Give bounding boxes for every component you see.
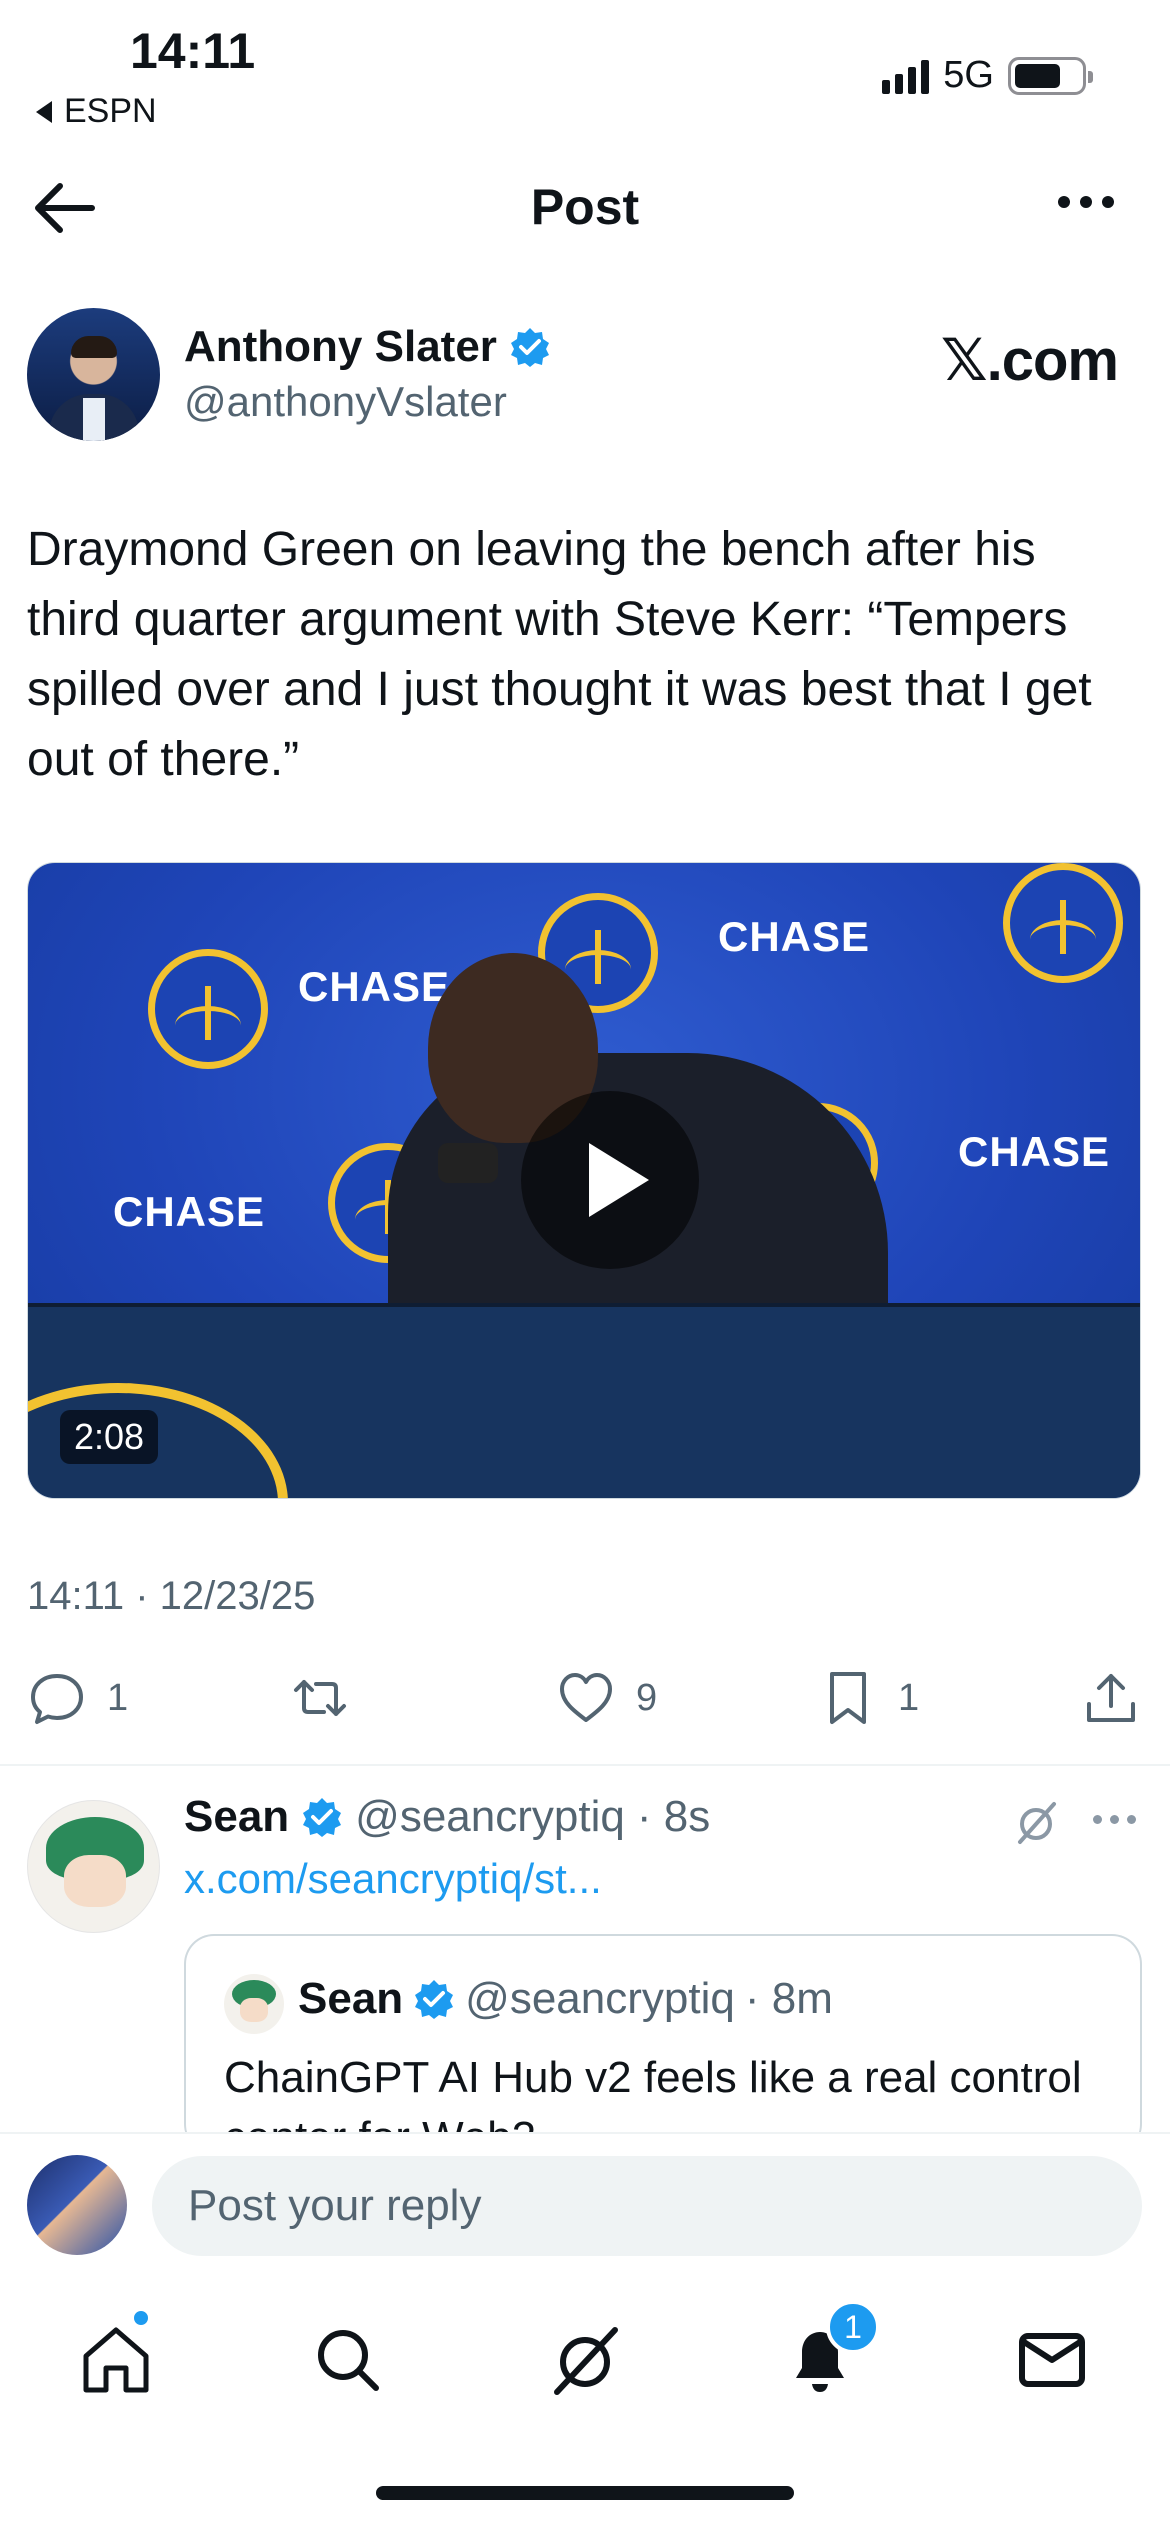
home-icon bbox=[83, 2327, 149, 2393]
back-app-label: ESPN bbox=[64, 92, 157, 130]
back-button[interactable] bbox=[30, 178, 100, 238]
quoted-age: · 8m bbox=[744, 1974, 833, 2023]
like-count: 9 bbox=[636, 1676, 658, 1719]
reply-avatar[interactable] bbox=[27, 1800, 160, 1933]
tab-grok[interactable] bbox=[545, 2320, 625, 2400]
author-name[interactable]: Anthony Slater bbox=[184, 322, 497, 372]
quoted-post[interactable]: Sean @seancryptiq · 8m ChainGPT AI Hub v… bbox=[184, 1934, 1142, 2154]
home-indicator[interactable] bbox=[376, 2486, 794, 2500]
warriors-logo bbox=[1003, 863, 1123, 983]
battery-icon bbox=[1008, 56, 1093, 95]
quoted-avatar bbox=[224, 1974, 284, 2034]
page-title: Post bbox=[530, 179, 640, 235]
source-badge[interactable]: 𝕏.com bbox=[941, 326, 1119, 394]
reply-input[interactable]: Post your reply bbox=[152, 2156, 1142, 2256]
grok-icon[interactable] bbox=[1012, 1798, 1060, 1846]
quoted-header: Sean @seancryptiq · 8m bbox=[298, 1974, 833, 2024]
bookmark-button[interactable]: 1 bbox=[818, 1668, 919, 1728]
reply-more-icon[interactable] bbox=[1093, 1815, 1136, 1824]
sponsor-text: CHASE bbox=[958, 1128, 1111, 1175]
share-icon bbox=[1087, 1674, 1135, 1722]
mail-icon bbox=[1019, 2333, 1085, 2387]
microphone bbox=[438, 1143, 498, 1183]
status-time: 14:11 bbox=[130, 23, 256, 79]
like-button[interactable]: 9 bbox=[556, 1668, 657, 1728]
grok-icon bbox=[554, 2327, 618, 2395]
search-icon bbox=[318, 2330, 379, 2391]
more-options-icon[interactable] bbox=[1058, 196, 1114, 208]
tab-home[interactable] bbox=[76, 2320, 156, 2400]
arrow-left-icon bbox=[35, 183, 95, 233]
status-indicators: 5G bbox=[882, 54, 1093, 97]
divider bbox=[0, 1764, 1170, 1766]
reply-author-handle[interactable]: @seancryptiq bbox=[355, 1792, 625, 1842]
video-duration: 2:08 bbox=[60, 1410, 159, 1464]
verified-badge-icon bbox=[510, 328, 549, 367]
reply-count: 1 bbox=[107, 1676, 129, 1719]
bookmark-count: 1 bbox=[898, 1676, 920, 1719]
heart-icon bbox=[560, 1673, 612, 1722]
reply-link[interactable]: x.com/seancryptiq/st... bbox=[184, 1855, 602, 1903]
quoted-author-name: Sean bbox=[298, 1974, 404, 2023]
post-timestamp: 14:11 · 12/23/25 bbox=[27, 1574, 316, 1618]
my-avatar[interactable] bbox=[27, 2155, 127, 2255]
share-button[interactable] bbox=[1081, 1668, 1141, 1728]
author-name-row[interactable]: Anthony Slater bbox=[184, 322, 551, 372]
tab-search[interactable] bbox=[308, 2320, 388, 2400]
home-unread-dot bbox=[131, 2308, 151, 2328]
reply-header[interactable]: Sean @seancryptiq · 8s bbox=[184, 1792, 710, 1842]
repost-icon bbox=[294, 1680, 346, 1716]
reply-icon bbox=[31, 1674, 83, 1724]
repost-button[interactable] bbox=[290, 1668, 350, 1728]
back-triangle-icon bbox=[36, 100, 52, 123]
quoted-author-handle: @seancryptiq bbox=[465, 1974, 735, 2023]
reply-button[interactable]: 1 bbox=[27, 1668, 128, 1728]
back-to-app[interactable]: ESPN bbox=[36, 92, 157, 131]
tab-messages[interactable] bbox=[1012, 2320, 1092, 2400]
play-icon[interactable] bbox=[521, 1091, 699, 1269]
network-label: 5G bbox=[943, 54, 994, 96]
signal-icon bbox=[882, 58, 930, 94]
notifications-badge: 1 bbox=[826, 2300, 880, 2354]
verified-badge-icon bbox=[415, 1980, 454, 2019]
verified-badge-icon bbox=[303, 1798, 342, 1837]
author-handle[interactable]: @anthonyVslater bbox=[184, 378, 507, 426]
reply-author-name[interactable]: Sean bbox=[184, 1792, 289, 1842]
author-avatar[interactable] bbox=[27, 308, 160, 441]
post-text: Draymond Green on leaving the bench afte… bbox=[27, 523, 1092, 786]
sponsor-text: CHASE bbox=[113, 1188, 266, 1235]
video-player[interactable]: CHASE CHASE CHASE CHASE 2:08 bbox=[27, 862, 1141, 1499]
warriors-logo bbox=[148, 949, 268, 1069]
reply-age: · 8s bbox=[636, 1792, 711, 1841]
bookmark-icon bbox=[830, 1672, 866, 1724]
